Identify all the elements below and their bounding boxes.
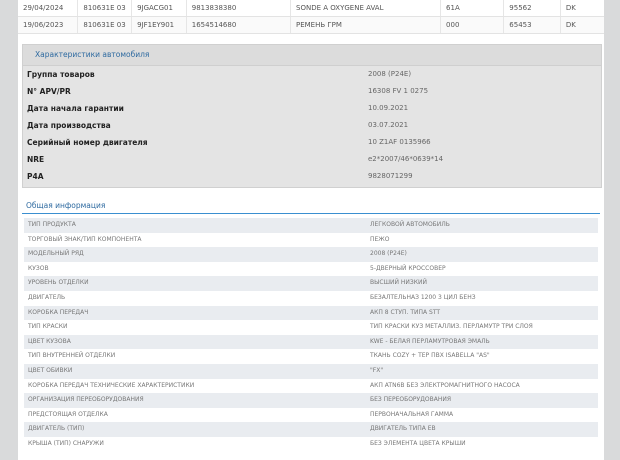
info-value: ПЕРВОНАЧАЛЬНАЯ ГАММА bbox=[370, 410, 454, 418]
info-label: КУЗОВ bbox=[28, 264, 49, 272]
table-row[interactable]: 19/06/2023 810631E 03 9JF1EY901 16545146… bbox=[18, 17, 604, 34]
list-item: ЦВЕТ ОБИВКИ "FX" bbox=[24, 363, 598, 379]
characteristic-label: Дата начала гарантии bbox=[27, 104, 124, 113]
history-op: 61A bbox=[441, 0, 505, 16]
characteristic-row: N° APV/PR 16308 FV 1 0275 bbox=[23, 83, 601, 100]
info-label: КОРОБКА ПЕРЕДАЧ ТЕХНИЧЕСКИЕ ХАРАКТЕРИСТИ… bbox=[28, 381, 195, 389]
list-item: КОРОБКА ПЕРЕДАЧ АКП 8 СТУП. ТИПА STT bbox=[24, 305, 598, 321]
info-label: ДВИГАТЕЛЬ bbox=[28, 293, 66, 301]
list-item: ДВИГАТЕЛЬ (ТИП) ДВИГАТЕЛЬ ТИПА EB bbox=[24, 422, 598, 437]
characteristic-row: Дата начала гарантии 10.09.2021 bbox=[23, 100, 601, 117]
history-ref: 810631E 03 bbox=[78, 17, 133, 33]
info-value: ТИП КРАСКИ КУЗ МЕТАЛЛИЗ. ПЕРЛАМУТР ТРИ С… bbox=[370, 323, 533, 331]
info-label: ЦВЕТ ОБИВКИ bbox=[28, 366, 73, 374]
general-info-title: Общая информация bbox=[22, 198, 600, 214]
info-label: УРОВЕНЬ ОТДЕЛКИ bbox=[28, 279, 89, 287]
history-part-number: 1654514680 bbox=[187, 17, 291, 33]
history-table: 29/04/2024 810631E 03 9JGACG01 981383838… bbox=[18, 0, 604, 34]
vehicle-info-page: 29/04/2024 810631E 03 9JGACG01 981383838… bbox=[18, 0, 604, 460]
characteristic-label: N° APV/PR bbox=[27, 87, 71, 96]
info-value: "FX" bbox=[370, 366, 384, 374]
characteristic-label: P4A bbox=[27, 172, 44, 181]
characteristic-row: P4A 9828071299 bbox=[23, 168, 601, 185]
characteristic-row: Серийный номер двигателя 10 Z1AF 0135966 bbox=[23, 134, 601, 151]
list-item: ТИП КРАСКИ ТИП КРАСКИ КУЗ МЕТАЛЛИЗ. ПЕРЛА… bbox=[24, 320, 598, 335]
info-label: ТИП ПРОДУКТА bbox=[28, 221, 76, 228]
characteristic-value: 16308 FV 1 0275 bbox=[368, 87, 429, 95]
history-code: 9JGACG01 bbox=[132, 0, 187, 16]
characteristic-value: 9828071299 bbox=[368, 172, 413, 180]
info-value: БЕЗ ЭЛЕМЕНТА ЦВЕТА КРЫШИ bbox=[370, 439, 466, 447]
characteristic-value: 03.07.2021 bbox=[368, 121, 409, 129]
history-part-name: SONDE A OXYGENE AVAL bbox=[291, 0, 442, 16]
history-part-number: 9813838380 bbox=[187, 0, 291, 16]
info-value: АКП 8 СТУП. ТИПА STT bbox=[370, 308, 441, 316]
info-label: ПРЕДСТОЯЩАЯ ОТДЕЛКА bbox=[28, 410, 108, 418]
characteristic-label: NRE bbox=[27, 155, 45, 164]
info-value: ДВИГАТЕЛЬ ТИПА EB bbox=[370, 425, 436, 433]
history-mileage: 95562 bbox=[504, 0, 561, 16]
info-value: 2008 (P24E) bbox=[370, 250, 407, 258]
history-date: 19/06/2023 bbox=[18, 17, 79, 33]
characteristic-label: Серийный номер двигателя bbox=[27, 138, 148, 147]
list-item: ЦВЕТ КУЗОВА KWE - БЕЛАЯ ПЕРЛАМУТРОВАЯ ЭМА… bbox=[24, 334, 598, 350]
history-code: 9JF1EY901 bbox=[132, 17, 187, 33]
info-value: ВЫСШИЙ НИЗКИЙ bbox=[370, 279, 427, 287]
general-info-table: ТИП ПРОДУКТА ЛЕГКОВОЙ АВТОМОБИЛЬ ТОРГОВЫЙ… bbox=[24, 218, 598, 452]
info-value: ЛЕГКОВОЙ АВТОМОБИЛЬ bbox=[370, 221, 450, 228]
characteristic-value: 10 Z1AF 0135966 bbox=[368, 138, 431, 146]
characteristic-row: Дата производства 03.07.2021 bbox=[23, 117, 601, 134]
info-label: ЦВЕТ КУЗОВА bbox=[28, 337, 71, 345]
characteristic-value: 2008 (P24E) bbox=[368, 70, 412, 78]
list-item: УРОВЕНЬ ОТДЕЛКИ ВЫСШИЙ НИЗКИЙ bbox=[24, 276, 598, 291]
info-label: КОРОБКА ПЕРЕДАЧ bbox=[28, 308, 89, 316]
info-label: ТОРГОВЫЙ ЗНАК/ТИП КОМПОНЕНТА bbox=[28, 235, 142, 243]
characteristic-label: Группа товаров bbox=[27, 70, 95, 79]
info-value: KWE - БЕЛАЯ ПЕРЛАМУТРОВАЯ ЭМАЛЬ bbox=[370, 337, 490, 345]
history-ref: 810631E 03 bbox=[78, 0, 133, 16]
history-dealer: DK bbox=[565, 4, 576, 12]
list-item: ОРГАНИЗАЦИЯ ПЕРЕОБОРУДОВАНИЯ БЕЗ ПЕРЕОБОР… bbox=[24, 393, 598, 408]
history-date: 29/04/2024 bbox=[18, 0, 79, 16]
info-label: ТИП КРАСКИ bbox=[28, 323, 68, 331]
characteristic-row: NRE e2*2007/46*0639*14 bbox=[23, 151, 601, 168]
info-value: ПЕЖО bbox=[370, 235, 390, 243]
info-value: ТКАНЬ COZY + TEP ПВХ ISABELLA "AS" bbox=[370, 352, 490, 360]
table-row[interactable]: 29/04/2024 810631E 03 9JGACG01 981383838… bbox=[18, 0, 604, 17]
info-label: КРЫША (ТИП) СНАРУЖИ bbox=[28, 439, 104, 447]
history-dealer: DK bbox=[565, 21, 576, 29]
info-value: 5-ДВЕРНЫЙ КРОССОВЕР bbox=[370, 264, 446, 272]
history-mileage: 65453 bbox=[504, 17, 561, 33]
info-label: МОДЕЛЬНЫЙ РЯД bbox=[28, 250, 84, 258]
list-item: КУЗОВ 5-ДВЕРНЫЙ КРОССОВЕР bbox=[24, 261, 598, 277]
characteristic-row: Группа товаров 2008 (P24E) bbox=[23, 66, 601, 83]
info-label: ДВИГАТЕЛЬ (ТИП) bbox=[28, 425, 85, 433]
list-item: ТОРГОВЫЙ ЗНАК/ТИП КОМПОНЕНТА ПЕЖО bbox=[24, 232, 598, 248]
info-label: ОРГАНИЗАЦИЯ ПЕРЕОБОРУДОВАНИЯ bbox=[28, 396, 144, 404]
vehicle-characteristics-panel: Характеристики автомобиля Группа товаров… bbox=[22, 44, 602, 188]
info-label: ТИП ВНУТРЕННЕЙ ОТДЕЛКИ bbox=[28, 352, 116, 360]
characteristics-title: Характеристики автомобиля bbox=[23, 45, 601, 66]
characteristic-value: e2*2007/46*0639*14 bbox=[368, 155, 444, 163]
characteristic-label: Дата производства bbox=[27, 121, 111, 130]
list-item: ПРЕДСТОЯЩАЯ ОТДЕЛКА ПЕРВОНАЧАЛЬНАЯ ГАММА bbox=[24, 407, 598, 423]
info-value: БЕЗ ПЕРЕОБОРУДОВАНИЯ bbox=[370, 396, 452, 404]
history-part-name: РЕМЕНЬ ГРМ bbox=[291, 17, 442, 33]
info-value: АКП ATN6B БЕЗ ЭЛЕКТРОМАГНИТНОГО НАСОСА bbox=[370, 381, 520, 389]
info-value: БЕЗАЛТЕЛЬНАЗ 1200 3 ЦИЛ БЕНЗ bbox=[370, 293, 476, 301]
list-item: КОРОБКА ПЕРЕДАЧ ТЕХНИЧЕСКИЕ ХАРАКТЕРИСТИ… bbox=[24, 378, 598, 394]
characteristic-value: 10.09.2021 bbox=[368, 104, 409, 112]
history-op: 000 bbox=[441, 17, 505, 33]
list-item: ТИП ПРОДУКТА ЛЕГКОВОЙ АВТОМОБИЛЬ bbox=[24, 218, 598, 233]
list-item: КРЫША (ТИП) СНАРУЖИ БЕЗ ЭЛЕМЕНТА ЦВЕТА КР… bbox=[24, 436, 598, 452]
list-item: МОДЕЛЬНЫЙ РЯД 2008 (P24E) bbox=[24, 247, 598, 262]
list-item: ДВИГАТЕЛЬ БЕЗАЛТЕЛЬНАЗ 1200 3 ЦИЛ БЕНЗ bbox=[24, 290, 598, 306]
list-item: ТИП ВНУТРЕННЕЙ ОТДЕЛКИ ТКАНЬ COZY + TEP П… bbox=[24, 349, 598, 364]
